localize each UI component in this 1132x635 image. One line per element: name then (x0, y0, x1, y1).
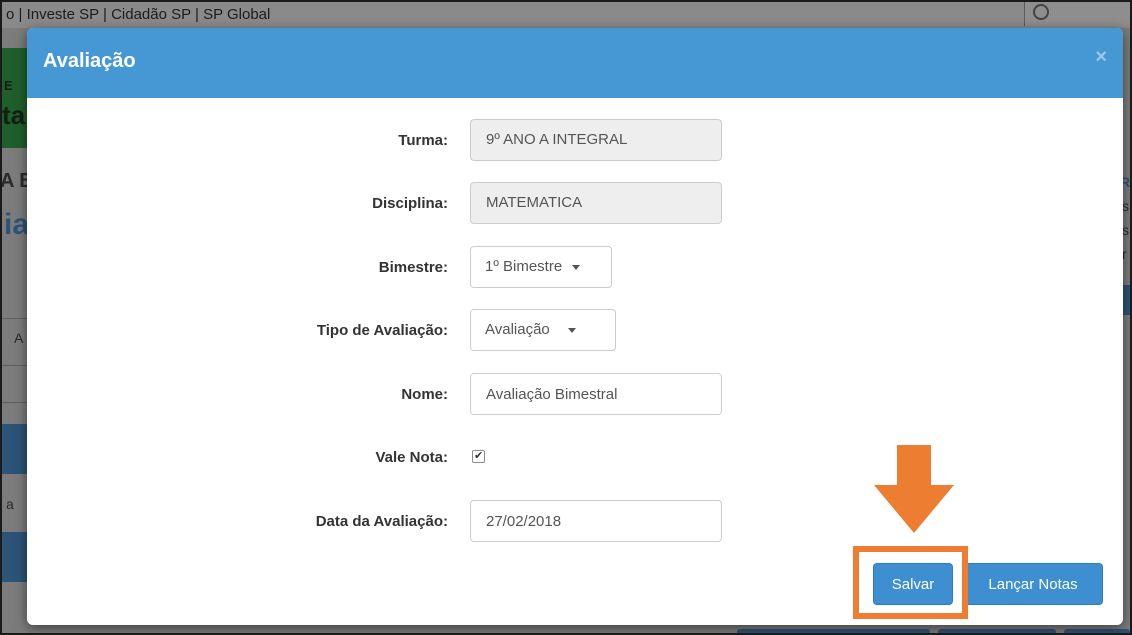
annotation-arrow-down-icon (874, 485, 954, 533)
tipo-selected-value: Avaliação (485, 321, 550, 338)
background-fragment: s (1122, 222, 1129, 238)
disciplina-field: MATEMATICA (470, 182, 722, 224)
background-fragment: A (14, 330, 24, 346)
close-icon[interactable]: × (1095, 46, 1107, 69)
disciplina-label: Disciplina: (372, 195, 448, 212)
bimestre-select[interactable]: 1º Bimestre (470, 246, 612, 288)
caret-down-icon (572, 264, 581, 270)
screenshot-frame: o | Investe SP | Cidadão SP | SP Global … (0, 0, 1132, 635)
turma-label: Turma: (398, 132, 448, 149)
data-avaliacao-input[interactable] (470, 500, 722, 542)
vale-nota-checkbox[interactable]: ✔ (472, 450, 485, 463)
nome-label: Nome: (401, 386, 448, 403)
form-row-disciplina: Disciplina: MATEMATICA (27, 182, 1123, 226)
background-divider (2, 318, 28, 319)
form-row-turma: Turma: 9º ANO A INTEGRAL (27, 119, 1123, 163)
background-fragment: a (6, 496, 14, 512)
evaluation-modal: Avaliação × Turma: 9º ANO A INTEGRAL Dis… (27, 28, 1123, 625)
data-label: Data da Avaliação: (315, 513, 448, 530)
turma-field: 9º ANO A INTEGRAL (470, 119, 722, 161)
background-title-fragment: ta (2, 100, 26, 130)
annotation-arrow-shaft (897, 445, 931, 485)
background-fragment: ia (4, 208, 30, 241)
checkmark-icon: ✔ (474, 450, 484, 462)
background-fragment: s (1122, 198, 1129, 214)
form-row-bimestre: Bimestre: 1º Bimestre (27, 246, 1123, 290)
form-row-data: Data da Avaliação: (27, 500, 1123, 544)
background-green-banner (2, 48, 28, 148)
annotation-highlight-box (853, 546, 968, 619)
form-row-nome: Nome: (27, 373, 1123, 417)
caret-down-icon (567, 327, 576, 333)
modal-header: Avaliação × (27, 28, 1123, 98)
bimestre-label: Bimestre: (378, 259, 448, 276)
search-icon (1033, 4, 1049, 20)
background-button (1064, 629, 1130, 633)
form-row-vale-nota: Vale Nota: ✔ (27, 436, 1123, 480)
background-blue-block (2, 532, 28, 582)
lancar-notas-button[interactable]: Lançar Notas (963, 563, 1103, 605)
background-divider (2, 365, 28, 366)
background-button (938, 629, 1056, 633)
tipo-label: Tipo de Avaliação: (316, 322, 448, 339)
background-fragment: E (4, 78, 13, 93)
background-topbar-text: o | Investe SP | Cidadão SP | SP Global (6, 6, 271, 23)
form-row-tipo: Tipo de Avaliação: Avaliação (27, 309, 1123, 353)
vale-nota-label: Vale Nota: (375, 449, 448, 466)
bimestre-selected-value: 1º Bimestre (485, 258, 563, 275)
background-blue-block (2, 424, 28, 474)
background-search-box (1024, 2, 1130, 26)
background-topbar: o | Investe SP | Cidadão SP | SP Global (2, 2, 1130, 28)
tipo-avaliacao-select[interactable]: Avaliação (470, 309, 616, 351)
background-button (1122, 285, 1130, 315)
nome-input[interactable] (470, 373, 722, 415)
modal-title: Avaliação (43, 50, 136, 72)
background-divider (2, 402, 28, 403)
background-button (737, 629, 930, 633)
